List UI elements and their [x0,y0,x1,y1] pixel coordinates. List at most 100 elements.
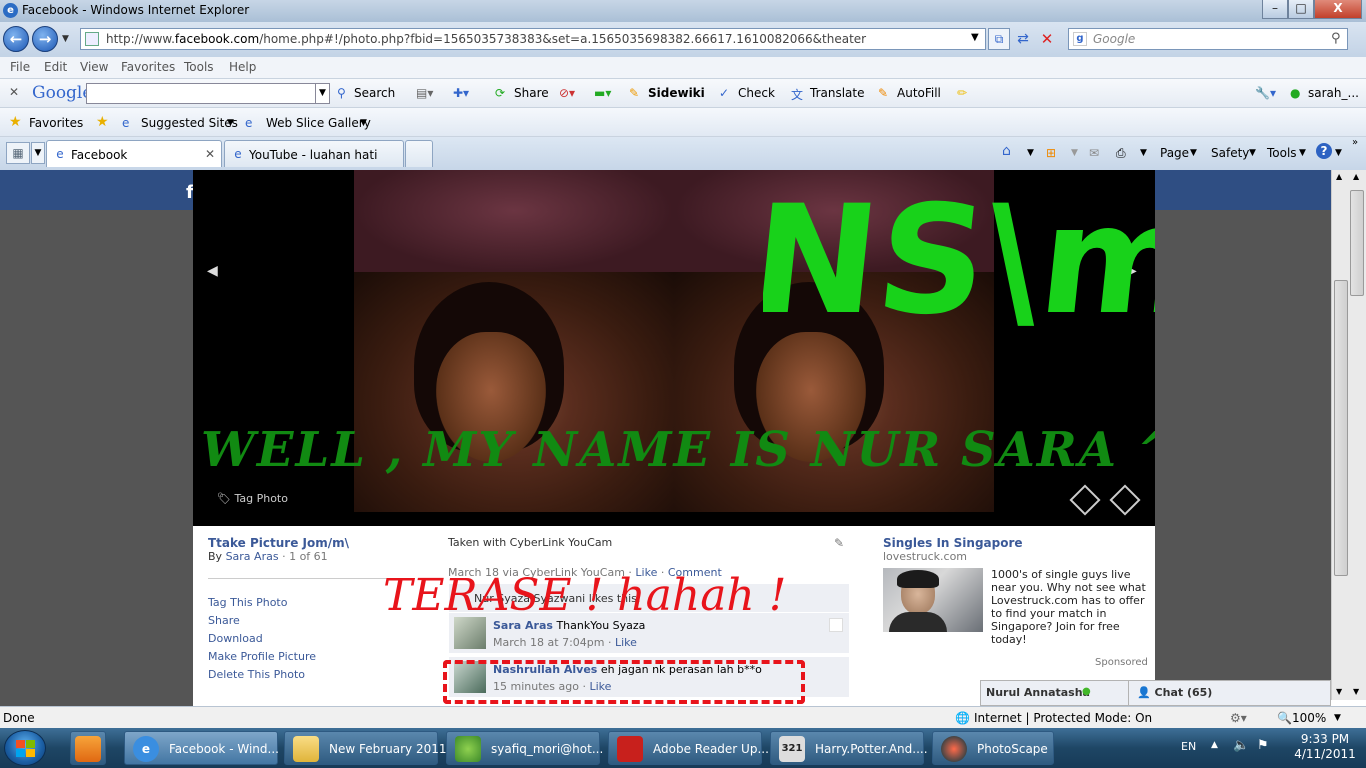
download-link[interactable]: Download [208,632,263,645]
stop-icon[interactable]: ✕ [1036,28,1058,50]
taskbar-item-folder[interactable]: New February 2011 [284,731,447,765]
menu-file[interactable]: File [10,60,30,74]
safety-chevron-icon[interactable]: ▼ [1249,148,1256,158]
zoom-level[interactable]: 100% [1292,711,1326,725]
check-button[interactable]: Check [738,86,775,100]
chat-tab[interactable]: 👤 Chat (65) [1128,680,1331,706]
web-slice-chevron-icon[interactable]: ▼ [360,118,367,128]
help-icon[interactable]: ? [1316,143,1332,159]
search-box[interactable]: g Google ⚲ [1068,28,1348,50]
add-favorite-icon[interactable]: ★ [96,114,109,130]
show-hidden-icons[interactable]: ▲ [1211,740,1218,750]
home-chevron-icon[interactable]: ▼ [1027,148,1034,158]
media-player-quicklaunch[interactable] [70,731,106,765]
maximize-button[interactable]: □ [1288,0,1314,19]
google-search-button[interactable]: Search [354,86,395,100]
tab-facebook[interactable]: e Facebook ✕ [46,140,222,167]
language-indicator[interactable]: EN [1181,740,1196,753]
overflow-chevron-icon[interactable]: » [1352,137,1358,148]
album-owner-link[interactable]: Sara Aras [226,550,279,563]
tools-chevron-icon[interactable]: ▼ [1299,148,1306,158]
start-button[interactable] [4,730,46,766]
refresh-icon[interactable]: ⇄ [1012,28,1034,50]
tools-menu[interactable]: Tools [1267,146,1297,160]
share-button[interactable]: Share [514,86,549,100]
scroll-down-icon[interactable]: ▼ [1353,687,1359,696]
window-scrollbar[interactable]: ▲ ▼ [1349,170,1366,700]
taskbar-item-media-player-classic[interactable]: 321 Harry.Potter.And.... [770,731,928,765]
scroll-up-icon[interactable]: ▲ [1336,172,1342,181]
safety-menu[interactable]: Safety [1211,146,1249,160]
bookmark-icon[interactable]: ▬▾ [594,86,611,100]
read-mail-icon[interactable]: ✉ [1089,146,1099,160]
chat-friend-name[interactable]: Nurul Annatasha [986,686,1090,699]
suggested-sites-chevron-icon[interactable]: ▼ [227,118,234,128]
tab-list-chevron-icon[interactable]: ▼ [31,142,45,164]
web-slice-gallery-link[interactable]: Web Slice Gallery [266,116,371,130]
previous-photo-icon[interactable]: ◀ [207,263,218,279]
system-clock[interactable]: 9:33 PM 4/11/2011 [1290,732,1360,762]
translate-button[interactable]: Translate [810,86,865,100]
google-account-button[interactable]: sarah_... [1308,86,1359,100]
popup-blocker-icon[interactable]: ▤▾ [416,86,433,100]
scrollbar-thumb[interactable] [1350,190,1364,296]
scroll-up-icon[interactable]: ▲ [1353,172,1359,181]
google-search-dropdown-icon[interactable]: ▼ [315,84,329,103]
album-title-link[interactable]: Ttake Picture Jom/m\ [208,536,349,550]
sidewiki-button[interactable]: Sidewiki [648,86,705,100]
autofill-button[interactable]: AutoFill [897,86,941,100]
feeds-chevron-icon[interactable]: ▼ [1071,148,1078,158]
menu-tools[interactable]: Tools [184,60,214,74]
zoom-chevron-icon[interactable]: ▼ [1334,713,1341,723]
translate-page-icon[interactable]: ⊘▾ [559,86,575,100]
page-chevron-icon[interactable]: ▼ [1190,148,1197,158]
remove-comment-icon[interactable] [829,618,843,632]
delete-photo-link[interactable]: Delete This Photo [208,668,305,681]
print-chevron-icon[interactable]: ▼ [1140,148,1147,158]
menu-favorites[interactable]: Favorites [121,60,175,74]
toolbar-settings-wrench-icon[interactable]: 🔧▾ [1255,86,1276,100]
ad-title-link[interactable]: Singles In Singapore [883,536,1023,550]
menu-help[interactable]: Help [229,60,256,74]
comment-like-link[interactable]: Like [615,636,637,649]
home-icon[interactable]: ⌂ [1002,143,1011,159]
suggested-sites-link[interactable]: Suggested Sites [141,116,238,130]
google-search-input[interactable]: ▼ [86,83,330,104]
minimize-button[interactable]: – [1262,0,1288,19]
scroll-down-icon[interactable]: ▼ [1336,687,1342,696]
recent-pages-chevron-icon[interactable]: ▼ [62,34,69,44]
volume-icon[interactable]: 🔈 [1233,738,1249,753]
rotate-right-icon[interactable] [1109,484,1141,516]
help-chevron-icon[interactable]: ▼ [1335,148,1342,158]
share-link[interactable]: Share [208,614,240,627]
page-menu[interactable]: Page [1160,146,1189,160]
taskbar-item-messenger[interactable]: syafiq_mori@hot... [446,731,603,765]
security-zone[interactable]: Internet | Protected Mode: On [974,711,1152,725]
close-tab-icon[interactable]: ✕ [205,147,215,161]
menu-edit[interactable]: Edit [44,60,67,74]
highlighter-icon[interactable]: ✏ [957,86,967,100]
menu-view[interactable]: View [80,60,108,74]
tag-this-photo-link[interactable]: Tag This Photo [208,596,287,609]
edit-pencil-icon[interactable]: ✎ [834,536,844,550]
quick-tabs-icon[interactable]: ▦ [6,142,30,164]
forward-button[interactable]: → [32,26,58,52]
address-dropdown-icon[interactable]: ▼ [971,32,979,43]
protected-mode-icon[interactable]: ⚙▾ [1230,711,1247,725]
toolbar-close-icon[interactable]: ✕ [9,85,19,99]
close-button[interactable]: X [1314,0,1362,19]
new-tab-button[interactable] [405,140,433,167]
back-button[interactable]: ← [3,26,29,52]
tab-youtube[interactable]: e YouTube - luahan hati [224,140,404,167]
taskbar-item-photoscape[interactable]: PhotoScape [932,731,1054,765]
tag-photo-button[interactable]: 🏷 Tag Photo [217,492,288,505]
action-center-flag-icon[interactable]: ⚑ [1257,738,1269,753]
print-icon[interactable]: ⎙ [1116,146,1126,161]
ad-image[interactable] [883,568,983,632]
rotate-left-icon[interactable] [1069,484,1101,516]
scrollbar-thumb[interactable] [1334,280,1348,576]
taskbar-item-facebook[interactable]: e Facebook - Wind... [124,731,279,765]
favorites-button[interactable]: Favorites [29,116,83,130]
inner-scrollbar[interactable]: ▲ ▼ [1331,170,1349,700]
address-bar[interactable]: http://www.facebook.com/home.php#!/photo… [80,28,986,50]
